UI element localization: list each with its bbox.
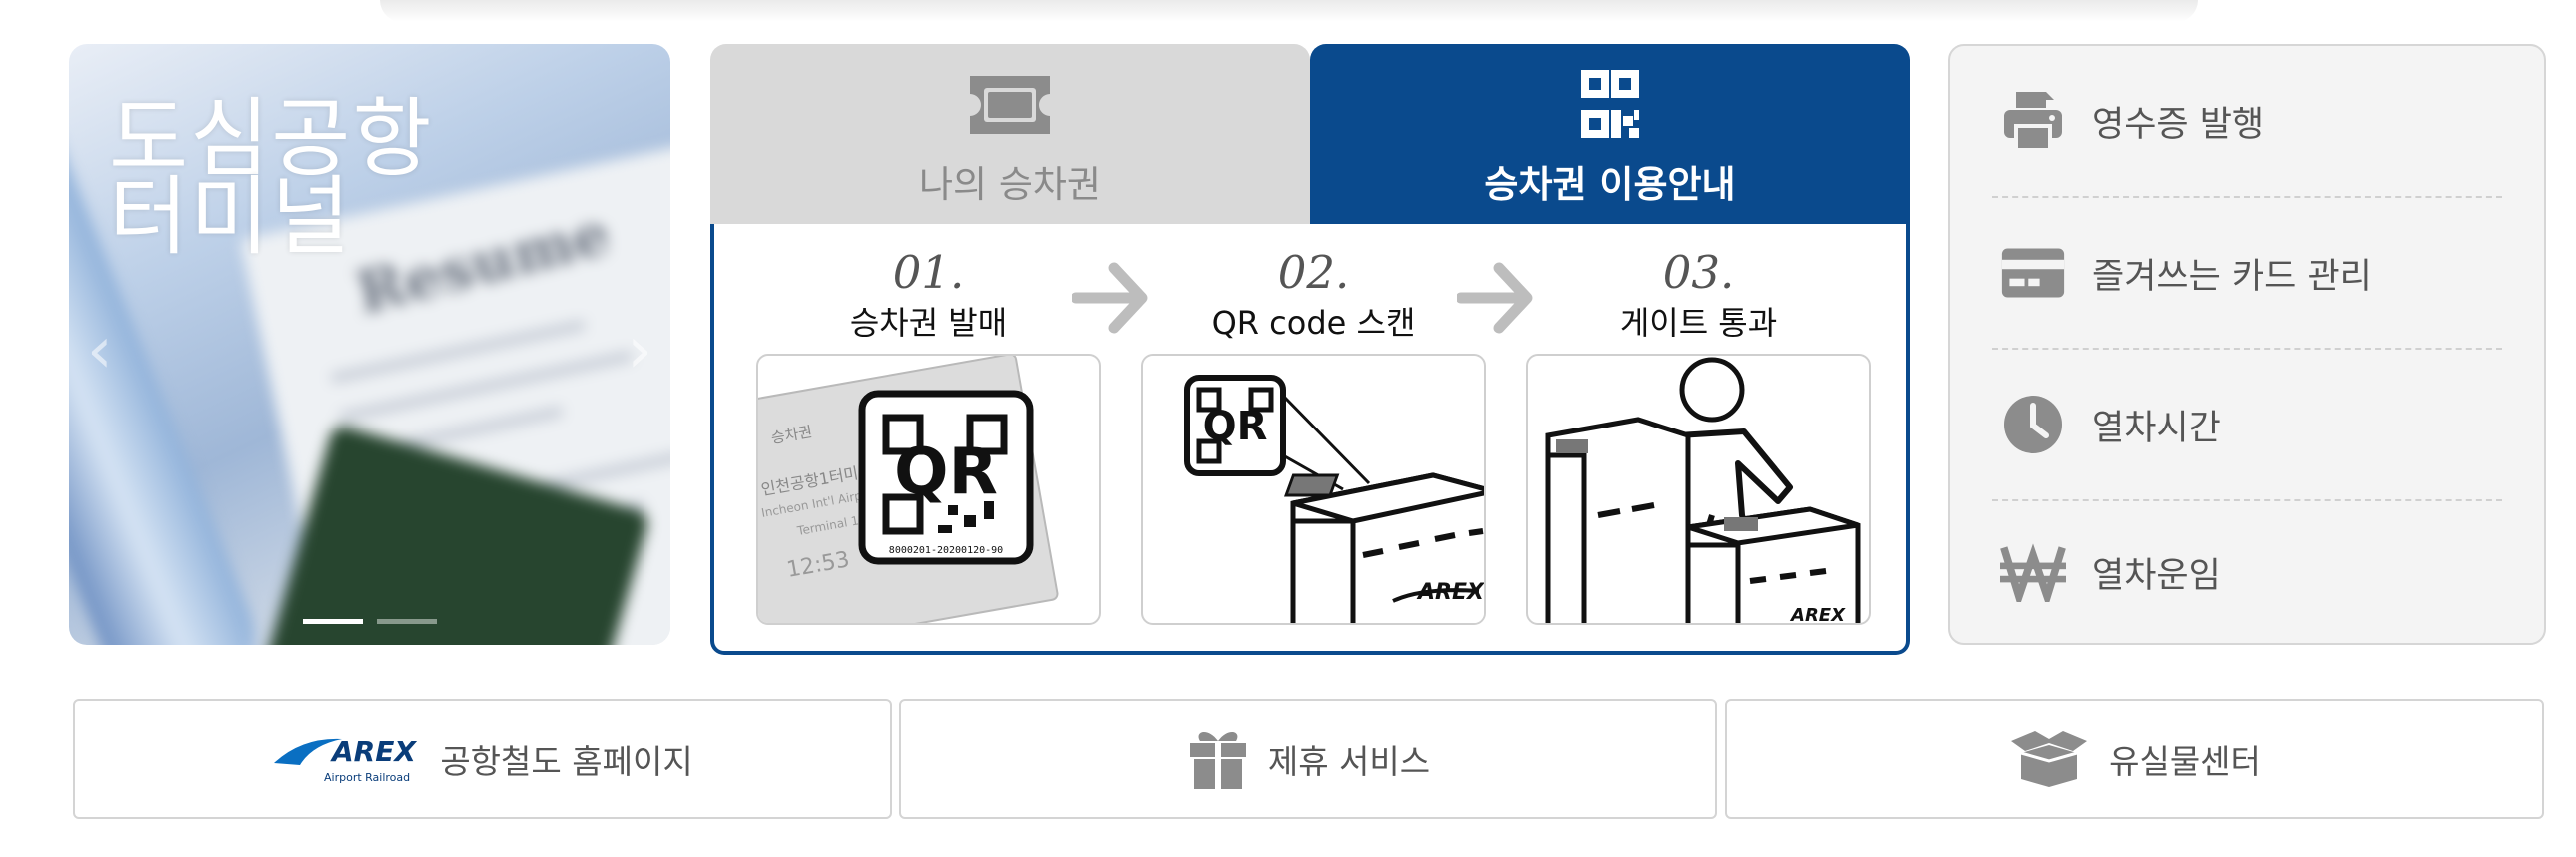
link-partner-service-label: 제휴 서비스 [1267, 742, 1431, 781]
arex-logo-icon: AREX Airport Railroad [274, 735, 418, 784]
quick-item-timetable-label: 열차시간 [2092, 408, 2221, 448]
ticket-guide-content: 01. 승차권 발매 02. QR code 스캔 03. 게이트 통과 승차권… [710, 224, 1910, 655]
step-2-illustration: QR AREX [1141, 354, 1486, 625]
link-arex-homepage-label: 공항철도 홈페이지 [440, 742, 693, 781]
promo-dot-1[interactable] [303, 619, 363, 624]
link-partner-service[interactable]: 제휴 서비스 [899, 699, 1717, 819]
tab-ticket-guide-label: 승차권 이용안내 [1484, 163, 1736, 206]
quick-item-receipt[interactable]: 영수증 발행 [1992, 46, 2502, 196]
step-1-name: 승차권 발매 [849, 304, 1008, 342]
arex-logo-sub: Airport Railroad [324, 771, 410, 784]
promo-title: 도심공항 터미널 [109, 96, 433, 267]
qr-scan-illustration: QR AREX [1184, 375, 1484, 623]
step-3-number: 03. [1662, 246, 1735, 299]
step-2-number: 02. [1277, 246, 1350, 299]
promo-title-line2: 터미널 [109, 167, 353, 267]
quick-item-timetable[interactable]: 열차시간 [1992, 350, 2502, 499]
gate-pass-illustration: AREX [1545, 357, 1861, 625]
step-1-number: 01. [892, 246, 965, 299]
promo-prev-icon[interactable]: ‹ [87, 314, 113, 388]
step-3-illustration: AREX [1526, 354, 1871, 625]
step-arrow-icon [1072, 262, 1148, 334]
gift-icon [1189, 731, 1246, 789]
quick-item-fare-label: 열차운임 [2092, 555, 2221, 596]
won-icon [2000, 539, 2066, 605]
quick-item-card-label: 즐겨쓰는 카드 관리 [2092, 256, 2372, 297]
step-1: 01. 승차권 발매 [756, 246, 1101, 344]
step-2-name: QR code 스캔 [1211, 304, 1416, 342]
top-shadow [380, 0, 2198, 22]
link-lost-and-found-label: 유실물센터 [2109, 742, 2261, 781]
printer-icon [2000, 88, 2066, 154]
step-1-illustration: 승차권 인천공항1터미널 Incheon Int'l Airport Termi… [756, 354, 1101, 625]
ticket-illustration: 승차권 인천공항1터미널 Incheon Int'l Airport Termi… [758, 356, 1059, 623]
step-3: 03. 게이트 통과 [1526, 246, 1871, 344]
step-2: 02. QR code 스캔 [1141, 246, 1486, 344]
ticket-panel: 나의 승차권 승차권 이용안내 01. 승차권 발매 02. QR code 스… [710, 44, 1910, 655]
promo-pagination [303, 619, 437, 624]
step-arrow-icon [1457, 262, 1533, 334]
link-arex-homepage[interactable]: AREX Airport Railroad 공항철도 홈페이지 [73, 699, 892, 819]
box-icon [2011, 731, 2088, 787]
ticket-code: 8000201-20200120-90 [889, 545, 1003, 556]
quick-item-receipt-label: 영수증 발행 [2092, 104, 2265, 145]
promo-next-icon[interactable]: › [627, 314, 652, 388]
quick-menu: 영수증 발행 즐겨쓰는 카드 관리 열차시간 열차운임 [1948, 44, 2546, 645]
quick-item-fare[interactable]: 열차운임 [1992, 497, 2502, 647]
ticket-qr-label: QR [894, 435, 998, 509]
link-lost-and-found[interactable]: 유실물센터 [1725, 699, 2544, 819]
scan-qr-label: QR [1203, 404, 1268, 449]
clock-icon [2000, 392, 2066, 457]
gate-brand-3: AREX [1789, 605, 1846, 625]
step-3-name: 게이트 통과 [1619, 304, 1778, 342]
qr-icon [1581, 70, 1639, 138]
card-icon [2000, 240, 2066, 306]
promo-banner[interactable]: Resume 도심공항 터미널 ‹ › [69, 44, 670, 645]
tab-ticket-guide[interactable]: 승차권 이용안내 [1310, 44, 1910, 228]
promo-dot-2[interactable] [377, 619, 437, 624]
tab-my-ticket[interactable]: 나의 승차권 [710, 44, 1310, 228]
tab-my-ticket-label: 나의 승차권 [919, 163, 1101, 206]
ticket-icon [970, 76, 1050, 134]
quick-item-card[interactable]: 즐겨쓰는 카드 관리 [1992, 198, 2502, 348]
arex-logo-text: AREX [330, 735, 417, 768]
